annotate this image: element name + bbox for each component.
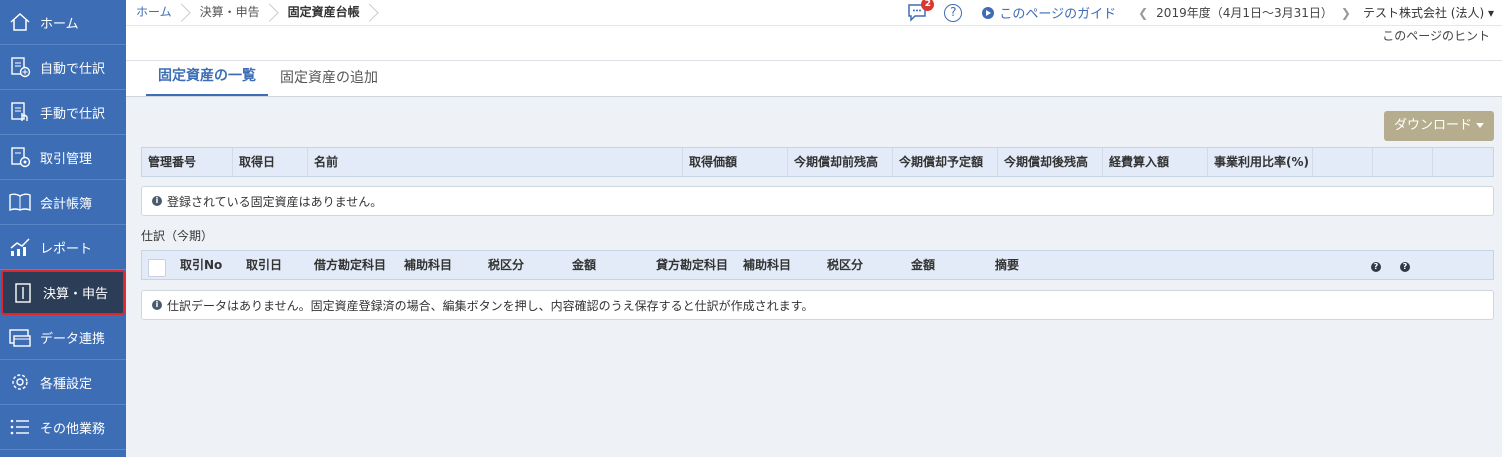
header-tools: 2 ? このページのガイド ❮ 2019年度（4月1日〜3月31日） ❯ テスト… xyxy=(906,0,1502,24)
page-hint-link[interactable]: このページのヒント xyxy=(1382,27,1490,44)
journal-section-label: 仕訳（今期） xyxy=(141,229,214,243)
period-selector: ❮ 2019年度（4月1日〜3月31日） ❯ xyxy=(1138,4,1351,21)
gear-icon xyxy=(0,371,40,393)
sidebar-item-transactions[interactable]: 取引管理 xyxy=(0,135,126,180)
tab-bar: 固定資産の一覧 固定資産の追加 xyxy=(126,61,1502,97)
auto-entry-icon xyxy=(0,56,40,78)
column-header: 取引No xyxy=(180,258,223,272)
sidebar-item-closing[interactable]: 決算・申告 xyxy=(1,270,125,315)
caret-down-icon xyxy=(1476,123,1484,128)
sidebar-item-settings[interactable]: 各種設定 xyxy=(0,360,126,405)
column-header: 補助科目 xyxy=(743,258,792,272)
content: ダウンロード 管理番号 取得日 名前 取得価額 今期償却前残高 今期償却予定額 … xyxy=(141,111,1494,320)
data-link-icon xyxy=(0,326,40,348)
sidebar-item-label: 手動で仕訳 xyxy=(40,106,106,122)
ledger-icon xyxy=(0,192,40,212)
tab-asset-list[interactable]: 固定資産の一覧 xyxy=(146,65,268,96)
download-button[interactable]: ダウンロード xyxy=(1383,111,1494,141)
notification-badge: 2 xyxy=(921,0,935,11)
closing-icon xyxy=(3,282,43,304)
list-icon xyxy=(0,417,40,437)
sidebar-item-manual-entry[interactable]: 手動で仕訳 xyxy=(0,90,126,135)
asset-empty-text: 登録されている固定資産はありません。 xyxy=(167,194,383,209)
breadcrumb-current: 固定資産台帳 xyxy=(278,0,378,26)
transaction-icon xyxy=(0,146,40,168)
column-header: 経費算入額 xyxy=(1103,148,1208,176)
column-help[interactable]: ? xyxy=(1365,251,1394,279)
sidebar-item-label: レポート xyxy=(40,241,93,257)
column-header: 貸方勘定科目 xyxy=(656,258,729,272)
column-header: 今期償却後残高 xyxy=(998,148,1103,176)
column-header: 事業利用比率(%) xyxy=(1208,148,1313,176)
top-bar: ホーム 決算・申告 固定資産台帳 2 ? このページのガイド ❮ 2019年度（… xyxy=(126,0,1502,26)
journal-empty-text: 仕訳データはありません。固定資産登録済の場合、編集ボタンを押し、内容確認のうえ保… xyxy=(167,298,814,313)
period-label: 2019年度（4月1日〜3月31日） xyxy=(1156,6,1333,20)
page-guide-label: このページのガイド xyxy=(999,7,1117,22)
sidebar-item-label: 各種設定 xyxy=(40,376,93,392)
column-header: 借方勘定科目 xyxy=(314,258,387,272)
report-icon xyxy=(0,236,40,258)
page-guide-link[interactable]: このページのガイド xyxy=(982,3,1116,22)
column-header: 管理番号 xyxy=(142,148,233,176)
breadcrumb-section[interactable]: 決算・申告 xyxy=(190,0,278,26)
sidebar-item-label: 決算・申告 xyxy=(43,287,109,302)
sidebar-item-report[interactable]: レポート xyxy=(0,225,126,270)
column-header: 取引日 xyxy=(246,258,283,272)
asset-table-header: 管理番号 取得日 名前 取得価額 今期償却前残高 今期償却予定額 今期償却後残高… xyxy=(141,147,1494,177)
select-all-checkbox[interactable] xyxy=(148,259,166,277)
column-header: 摘要 xyxy=(995,258,1020,272)
manual-entry-icon xyxy=(0,101,40,123)
sidebar-item-label: ホーム xyxy=(40,16,79,32)
sidebar-item-label: 取引管理 xyxy=(40,151,93,167)
column-header-blank xyxy=(1373,148,1433,176)
home-icon xyxy=(0,12,40,32)
download-label: ダウンロード xyxy=(1393,118,1472,133)
chevron-down-icon: ▾ xyxy=(1487,6,1494,20)
sidebar-item-home[interactable]: ホーム xyxy=(0,0,126,45)
main-area: ホーム 決算・申告 固定資産台帳 2 ? このページのガイド ❮ 2019年度（… xyxy=(126,0,1502,457)
download-row: ダウンロード xyxy=(141,111,1494,141)
column-header: 金額 xyxy=(911,258,936,272)
next-period-icon[interactable]: ❯ xyxy=(1341,6,1351,20)
column-header: 名前 xyxy=(308,148,683,176)
sidebar-item-label: データ連携 xyxy=(40,331,106,347)
sidebar: ホーム 自動で仕訳 手動で仕訳 取引管理 会計帳簿 レポート 決算・申告 データ… xyxy=(0,0,126,457)
sidebar-item-auto-entry[interactable]: 自動で仕訳 xyxy=(0,45,126,90)
column-header: 金額 xyxy=(572,258,597,272)
sidebar-item-label: その他業務 xyxy=(40,421,106,437)
sidebar-item-data-link[interactable]: データ連携 xyxy=(0,315,126,360)
company-menu[interactable]: テスト株式会社 (法人) ▾ xyxy=(1363,4,1494,21)
prev-period-icon[interactable]: ❮ xyxy=(1138,6,1148,20)
column-header-blank xyxy=(1313,148,1373,176)
column-help[interactable]: ? xyxy=(1394,251,1423,279)
question-icon: ? xyxy=(1400,262,1410,272)
play-icon xyxy=(982,6,995,19)
column-header: 取得価額 xyxy=(683,148,788,176)
asset-empty-message: i 登録されている固定資産はありません。 xyxy=(141,186,1494,216)
sidebar-item-label: 自動で仕訳 xyxy=(40,61,106,77)
journal-table-header: 取引No 取引日 借方勘定科目 補助科目 税区分 金額 貸方勘定科目 補助科目 … xyxy=(141,250,1494,280)
tab-asset-add[interactable]: 固定資産の追加 xyxy=(268,67,390,96)
notification-button[interactable]: 2 xyxy=(906,0,935,24)
column-header: 取得日 xyxy=(233,148,308,176)
help-icon[interactable]: ? xyxy=(944,3,963,22)
info-icon: i xyxy=(152,196,162,206)
column-header: 税区分 xyxy=(827,258,864,272)
column-header: 税区分 xyxy=(488,258,525,272)
info-icon: i xyxy=(152,300,162,310)
question-icon: ? xyxy=(1371,262,1381,272)
sidebar-item-other[interactable]: その他業務 xyxy=(0,405,126,450)
column-header: 今期償却前残高 xyxy=(788,148,893,176)
breadcrumb-home[interactable]: ホーム xyxy=(126,0,190,26)
sidebar-item-label: 会計帳簿 xyxy=(40,196,93,212)
sidebar-item-ledger[interactable]: 会計帳簿 xyxy=(0,180,126,225)
column-header: 今期償却予定額 xyxy=(893,148,998,176)
hint-bar: このページのヒント xyxy=(126,26,1502,61)
column-header: 補助科目 xyxy=(404,258,453,272)
journal-empty-message: i 仕訳データはありません。固定資産登録済の場合、編集ボタンを押し、内容確認のう… xyxy=(141,290,1494,320)
company-name: テスト株式会社 (法人) xyxy=(1362,6,1485,20)
